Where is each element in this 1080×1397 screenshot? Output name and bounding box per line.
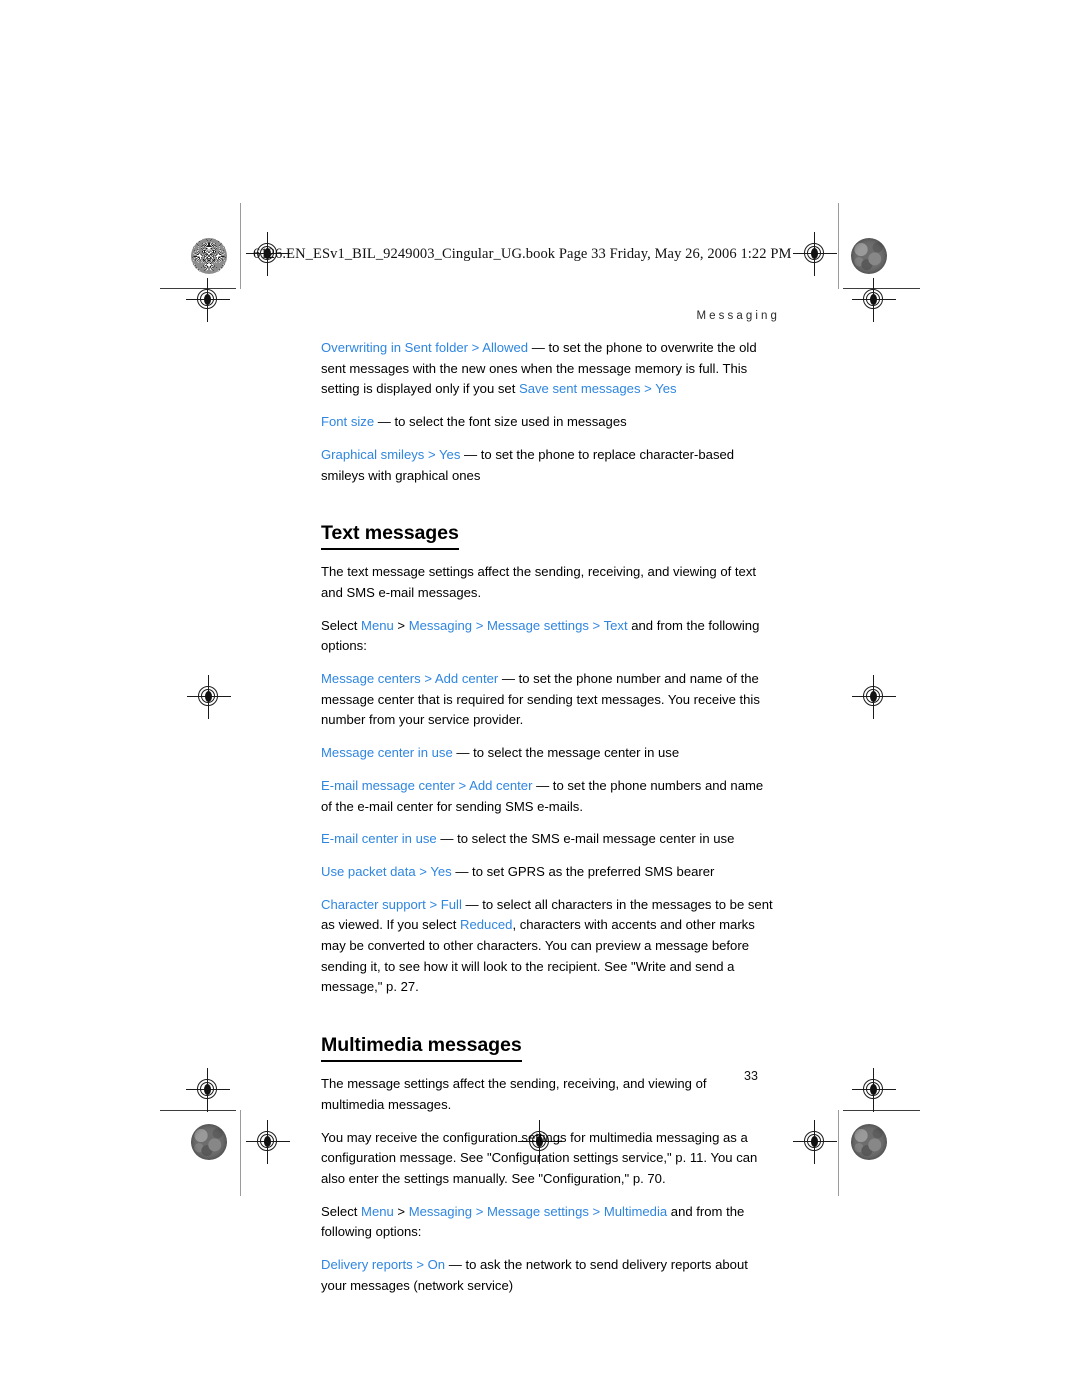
value-full: Full <box>440 896 462 912</box>
path-multimedia: Multimedia <box>603 1203 668 1219</box>
registration-mark-top-left-outer <box>186 278 230 322</box>
term-email-center-in-use: E-mail center in use <box>321 831 437 847</box>
crop-rule-top-right-horizontal <box>843 288 920 289</box>
body-email-center-in-use: — to select the SMS e-mail message cente… <box>436 831 735 847</box>
option-message-center-in-use: Message center in use — to select the me… <box>321 743 773 764</box>
sep-cs: > <box>425 896 441 912</box>
option-overwriting-in-sent-folder: Overwriting in Sent folder > Allowed — t… <box>321 338 773 400</box>
select-prefix-text: Select <box>321 617 362 633</box>
sep-dr: > <box>412 1257 428 1273</box>
option-character-support: Character support > Full — to select all… <box>321 895 773 999</box>
crop-rule-bottom-right-vertical <box>838 1110 839 1196</box>
separator-0: > <box>468 340 483 355</box>
sep-b1: > <box>393 1203 409 1219</box>
term-use-packet-data: Use packet data <box>321 863 416 879</box>
path-menu-mm: Menu <box>361 1203 394 1219</box>
registration-mark-bottom-left-inner <box>246 1120 290 1164</box>
starburst-mark-top-left <box>191 238 227 274</box>
option-font-size: Font size — to select the font size used… <box>321 412 773 433</box>
crop-rule-bottom-left-vertical <box>240 1110 241 1196</box>
term-message-center-in-use: Message center in use <box>321 745 453 761</box>
intro-text-messages: The text message settings affect the sen… <box>321 564 757 600</box>
option-use-packet-data: Use packet data > Yes — to set GPRS as t… <box>321 862 773 883</box>
registration-mark-bottom-right-inner <box>793 1120 837 1164</box>
crop-rule-bottom-left-horizontal <box>160 1110 236 1111</box>
sep-a1: > <box>393 617 409 633</box>
value-yes: Yes <box>655 381 677 397</box>
value-yes-smileys: Yes <box>439 446 461 462</box>
registration-mark-bottom-right-outer <box>852 1068 896 1112</box>
text-column: Overwriting in Sent folder > Allowed — t… <box>321 338 773 1309</box>
heading-text-messages: Text messages <box>321 522 459 551</box>
registration-mark-top-right-outer <box>852 278 896 322</box>
select-path-text: Select Menu > Messaging > Message settin… <box>321 616 773 657</box>
crop-rule-top-right-vertical <box>838 203 839 289</box>
sep-mc: > <box>420 671 435 687</box>
term-email-message-center: E-mail message center <box>321 777 455 793</box>
option-message-centers: Message centers > Add center — to set th… <box>321 669 773 731</box>
book-source-line: 6126.EN_ESv1_BIL_9249003_Cingular_UG.boo… <box>253 246 792 262</box>
body-use-packet-data: — to set GPRS as the preferred SMS beare… <box>451 863 715 879</box>
value-allowed: Allowed <box>482 340 529 355</box>
value-add-center: Add center <box>434 671 499 687</box>
page-number: 33 <box>744 1069 758 1083</box>
running-head: Messaging <box>696 310 780 322</box>
sep-upd: > <box>415 863 431 879</box>
path-messaging-mm: Messaging <box>408 1203 473 1219</box>
term-message-centers: Message centers <box>321 671 421 687</box>
halftone-mark-bottom-left <box>191 1124 227 1160</box>
registration-mark-middle-left <box>187 675 231 719</box>
intro-multimedia-messages: The message settings affect the sending,… <box>321 1076 707 1112</box>
term-font-size: Font size <box>321 414 375 430</box>
path-message-settings-mm: Message settings <box>487 1203 589 1219</box>
term-delivery-reports: Delivery reports <box>321 1257 413 1273</box>
sep-b2: > <box>472 1203 487 1219</box>
separator-0b: > <box>640 381 656 397</box>
option-email-center-in-use: E-mail center in use — to select the SMS… <box>321 829 773 850</box>
sep-emc: > <box>454 777 470 793</box>
option-email-message-center: E-mail message center > Add center — to … <box>321 776 773 817</box>
separator-2: > <box>424 446 440 462</box>
section-multimedia-messages: Multimedia messages <box>321 1010 773 1074</box>
registration-mark-middle-right <box>852 675 896 719</box>
path-text: Text <box>603 617 628 633</box>
config-note-multimedia: You may receive the configuration settin… <box>321 1129 758 1186</box>
path-messaging: Messaging <box>408 617 473 633</box>
body-font-size: — to select the font size used in messag… <box>374 414 627 430</box>
path-menu: Menu <box>361 617 394 633</box>
registration-mark-bottom-left-outer <box>186 1068 230 1112</box>
crop-rule-bottom-right-horizontal <box>843 1110 920 1111</box>
select-path-multimedia: Select Menu > Messaging > Message settin… <box>321 1202 773 1243</box>
value-add-center-email: Add center <box>469 777 533 793</box>
value-reduced: Reduced <box>460 917 513 933</box>
term-graphical-smileys: Graphical smileys <box>321 446 425 462</box>
term-character-support: Character support <box>321 896 426 912</box>
path-message-settings: Message settings <box>487 617 589 633</box>
halftone-mark-bottom-right <box>851 1124 887 1160</box>
sep-a2: > <box>472 617 487 633</box>
heading-multimedia-messages: Multimedia messages <box>321 1034 522 1063</box>
sep-b3: > <box>588 1203 604 1219</box>
value-on: On <box>427 1257 446 1273</box>
sep-a3: > <box>588 617 604 633</box>
option-delivery-reports: Delivery reports > On — to ask the netwo… <box>321 1255 773 1296</box>
select-prefix-mm: Select <box>321 1203 362 1219</box>
crop-rule-top-left-vertical <box>240 203 241 289</box>
value-yes-packet: Yes <box>430 863 452 879</box>
halftone-mark-top-right <box>851 238 887 274</box>
term-overwriting-in-sent-folder: Overwriting in Sent folder <box>321 340 469 355</box>
term-save-sent-messages: Save sent messages <box>518 381 641 397</box>
crop-rule-top-left-horizontal <box>160 288 236 289</box>
body-message-center-in-use: — to select the message center in use <box>452 745 680 761</box>
registration-mark-top-right-inner <box>793 232 837 276</box>
section-text-messages: Text messages <box>321 498 773 562</box>
option-graphical-smileys: Graphical smileys > Yes — to set the pho… <box>321 445 773 486</box>
